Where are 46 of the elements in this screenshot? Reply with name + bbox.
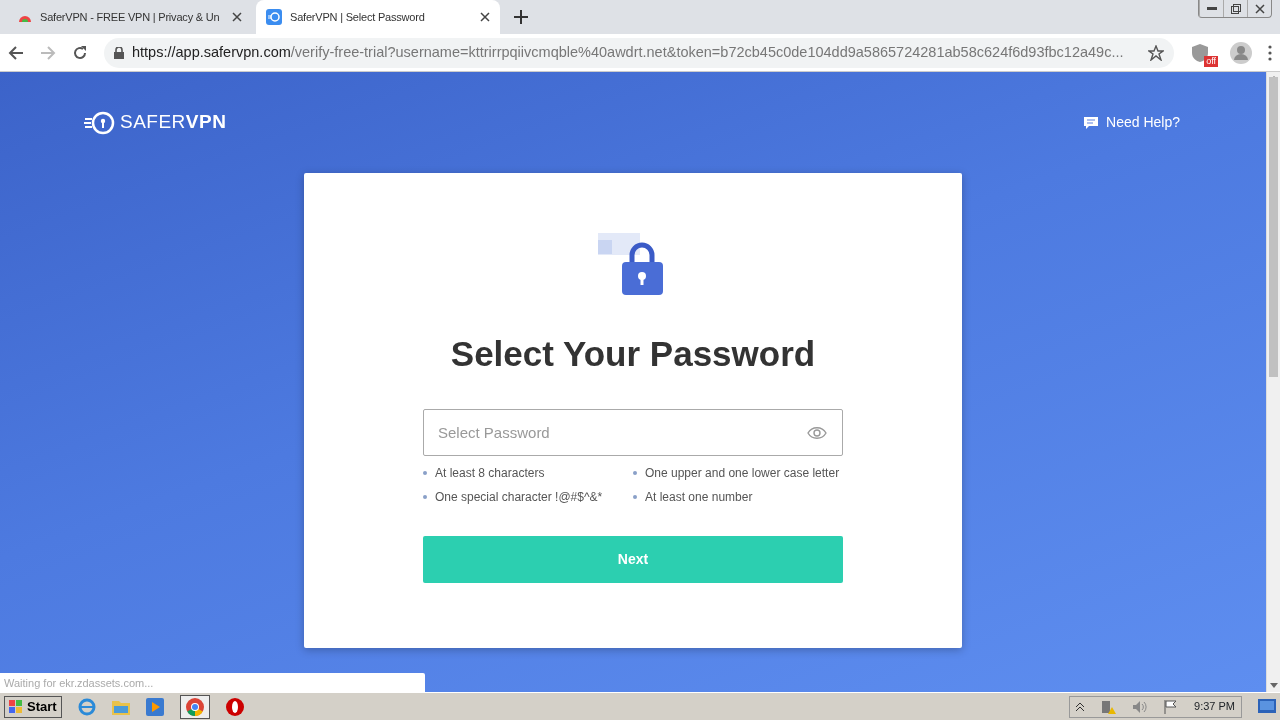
requirement-text: One upper and one lower case letter <box>645 465 840 482</box>
start-button[interactable]: Start <box>4 695 62 718</box>
clock: 9:37 PM <box>1194 699 1235 715</box>
reload-icon[interactable] <box>72 44 88 61</box>
tray-expand-icon[interactable] <box>1076 701 1085 712</box>
browser-tab[interactable]: SaferVPN - FREE VPN | Privacy & Un <box>8 0 252 34</box>
logo-icon <box>84 110 116 135</box>
bullet-icon <box>633 471 637 475</box>
menu-icon[interactable] <box>1268 44 1272 61</box>
back-icon[interactable] <box>8 44 24 61</box>
browser-tab[interactable]: SaferVPN | Select Password <box>256 0 500 34</box>
close-icon[interactable] <box>232 12 242 22</box>
restore-icon[interactable] <box>1230 3 1241 14</box>
bullet-icon <box>423 471 427 475</box>
lock-icon <box>114 46 124 59</box>
password-field[interactable]: Select Password <box>423 409 843 456</box>
eye-icon[interactable] <box>807 427 827 439</box>
logo-text: SAFERVPN <box>120 110 227 135</box>
media-player-icon[interactable] <box>145 697 164 716</box>
need-help-link[interactable]: Need Help? <box>1084 112 1180 133</box>
flag-icon[interactable] <box>1164 699 1179 714</box>
requirement-text: At least one number <box>645 489 753 506</box>
avatar-icon[interactable] <box>1230 41 1252 64</box>
minimize-icon[interactable] <box>1206 7 1217 10</box>
extension-badge: off <box>1204 55 1218 67</box>
close-icon[interactable] <box>480 12 490 22</box>
chrome-taskbar-button[interactable] <box>179 694 210 719</box>
close-icon[interactable] <box>1254 3 1265 14</box>
address-bar[interactable]: https://app.safervpn.com/verify-free-trial?username=kttrirrpqiivcmqble%40awdrt.net&token=b72cb45c0de104dd9a5865724281ab58c624f6d93fbc12a49c... <box>104 37 1174 68</box>
windows-logo-icon <box>9 699 23 714</box>
requirement-text: One special character !@#$^&* <box>435 489 603 506</box>
requirement-text: At least 8 characters <box>435 465 545 482</box>
scroll-down-icon[interactable] <box>1269 683 1278 688</box>
show-desktop-icon[interactable] <box>1258 698 1276 715</box>
favicon-icon <box>266 9 282 25</box>
network-icon[interactable] <box>1100 698 1117 715</box>
new-tab-icon[interactable] <box>514 10 528 24</box>
bullet-icon <box>633 495 637 499</box>
status-bubble: Waiting for ekr.zdassets.com... <box>0 673 425 692</box>
page-title: Select Your Password <box>450 333 816 375</box>
bullet-icon <box>423 495 427 499</box>
chat-icon <box>1084 116 1099 129</box>
scrollbar-thumb[interactable] <box>1269 77 1278 377</box>
star-icon[interactable] <box>1148 44 1164 61</box>
opera-icon[interactable] <box>225 697 244 716</box>
url-text: https://app.safervpn.com/verify-free-trial?username=kttrirrpqiivcmqble%40awdrt.net&token=b72cb45c0de104dd9a5865724281ab58c624f6d93fbc12a49c... <box>132 42 1125 62</box>
